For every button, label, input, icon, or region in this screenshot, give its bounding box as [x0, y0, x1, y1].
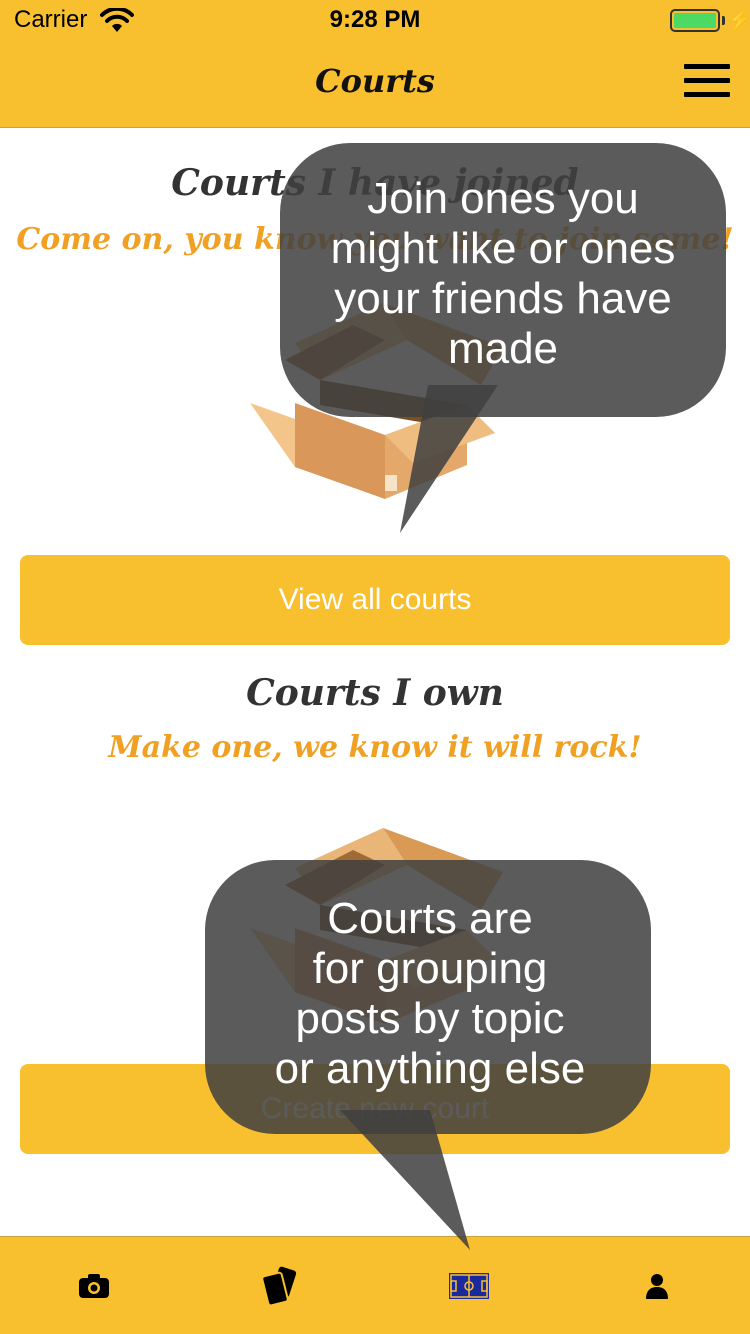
- view-all-courts-button[interactable]: View all courts: [20, 555, 730, 645]
- camera-icon: [78, 1274, 109, 1298]
- owned-section-subtitle: Make one, we know it will rock!: [108, 730, 642, 765]
- charging-icon: ⚡: [727, 10, 750, 32]
- tooltip-text: Join ones you might like or ones your fr…: [330, 174, 676, 373]
- tab-profile[interactable]: [563, 1237, 750, 1334]
- battery-tip: [722, 16, 725, 25]
- hamburger-menu-icon[interactable]: [684, 64, 730, 98]
- court-icon: [448, 1273, 489, 1299]
- status-time: 9:28 PM: [329, 6, 421, 33]
- person-icon: [645, 1274, 668, 1299]
- status-bar: Carrier 9:28 PM ⚡: [0, 0, 750, 40]
- tooltip-text: Courts are for grouping posts by topic o…: [274, 894, 586, 1093]
- nav-bar: Courts: [0, 40, 750, 128]
- tab-camera[interactable]: [0, 1237, 187, 1334]
- owned-section-title: Courts I own: [246, 672, 504, 714]
- page-title: Courts: [315, 62, 435, 100]
- battery-icon: [670, 9, 720, 32]
- cards-icon: [260, 1266, 296, 1306]
